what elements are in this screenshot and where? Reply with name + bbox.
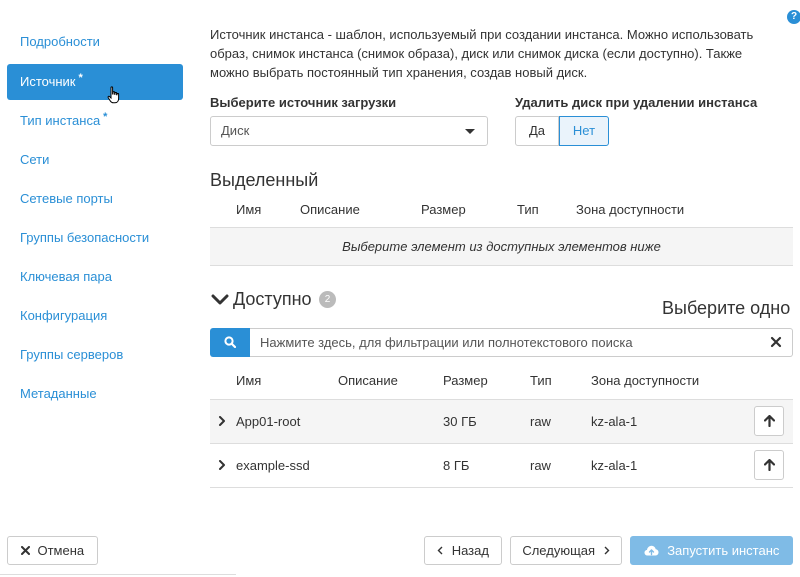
delete-volume-yes-button[interactable]: Да bbox=[515, 116, 559, 146]
close-icon bbox=[20, 546, 30, 556]
boot-source-value: Диск bbox=[221, 123, 250, 138]
boot-source-select[interactable]: Диск bbox=[210, 116, 488, 146]
source-description: Источник инстанса - шаблон, используемый… bbox=[210, 27, 754, 80]
sidebar-item-label: Ключевая пара bbox=[20, 269, 112, 284]
allocated-col-name: Имя bbox=[236, 202, 262, 217]
chevron-right-icon[interactable] bbox=[218, 416, 226, 426]
search-button[interactable] bbox=[210, 328, 250, 357]
row-type: raw bbox=[530, 414, 551, 429]
sidebar-item-metadata[interactable]: Метаданные bbox=[7, 376, 183, 412]
allocated-col-zone: Зона доступности bbox=[576, 202, 685, 217]
divider bbox=[0, 574, 236, 575]
cancel-label: Отмена bbox=[37, 543, 85, 558]
row-name: example-ssd bbox=[236, 458, 310, 473]
boot-source-label: Выберите источник загрузки bbox=[210, 95, 397, 110]
chevron-left-icon bbox=[437, 546, 443, 555]
row-size: 30 ГБ bbox=[443, 414, 477, 429]
back-label: Назад bbox=[451, 543, 489, 558]
sidebar-item-label: Группы безопасности bbox=[20, 230, 150, 245]
allocated-title: Выделенный bbox=[210, 170, 319, 190]
available-col-description[interactable]: Описание bbox=[338, 373, 398, 388]
launch-instance-button[interactable]: Запустить инстанс bbox=[630, 536, 793, 565]
sidebar-item-source[interactable]: Источник * bbox=[7, 64, 183, 100]
next-label: Следующая bbox=[522, 543, 596, 558]
row-name: App01-root bbox=[236, 414, 301, 429]
sidebar-item-label: Метаданные bbox=[20, 386, 97, 401]
clear-search-icon[interactable] bbox=[770, 336, 782, 348]
allocated-col-size: Размер bbox=[421, 202, 466, 217]
sidebar-item-label: Группы серверов bbox=[20, 347, 124, 362]
available-col-name[interactable]: Имя bbox=[236, 373, 261, 388]
sidebar-item-server-groups[interactable]: Группы серверов bbox=[7, 337, 183, 373]
sidebar-item-label: Сети bbox=[20, 152, 50, 167]
table-row: example-ssd 8 ГБ raw kz-ala-1 bbox=[210, 443, 793, 488]
delete-volume-no-button[interactable]: Нет bbox=[559, 116, 609, 146]
sidebar-item-networks[interactable]: Сети bbox=[7, 142, 183, 178]
sidebar-item-label: Сетевые порты bbox=[20, 191, 113, 206]
available-count-badge: 2 bbox=[319, 291, 336, 308]
next-button[interactable]: Следующая bbox=[510, 536, 622, 565]
chevron-right-icon bbox=[604, 546, 610, 555]
sidebar-item-configuration[interactable]: Конфигурация bbox=[7, 298, 183, 334]
hand-cursor-icon bbox=[107, 86, 120, 104]
chevron-down-icon[interactable] bbox=[211, 293, 229, 307]
search-icon bbox=[224, 336, 236, 348]
row-type: raw bbox=[530, 458, 551, 473]
available-title[interactable]: Доступно bbox=[233, 289, 312, 310]
sidebar-item-label: Конфигурация bbox=[20, 308, 108, 323]
delete-volume-label: Удалить диск при удалении инстанса bbox=[515, 95, 758, 110]
choose-one-text: Выберите одно bbox=[662, 298, 791, 318]
launch-label: Запустить инстанс bbox=[667, 543, 780, 558]
cloud-upload-icon bbox=[644, 545, 659, 556]
available-col-zone[interactable]: Зона доступности bbox=[591, 373, 699, 388]
caret-down-icon bbox=[465, 129, 475, 134]
allocated-empty-row: Выберите элемент из доступных элементов … bbox=[210, 227, 793, 266]
allocated-col-description: Описание bbox=[300, 202, 360, 217]
sidebar-item-flavor[interactable]: Тип инстанса * bbox=[7, 103, 183, 139]
arrow-up-icon bbox=[764, 459, 775, 471]
required-marker: * bbox=[78, 72, 83, 84]
row-zone: kz-ala-1 bbox=[591, 414, 638, 429]
allocate-button[interactable] bbox=[754, 406, 784, 436]
search-input[interactable] bbox=[250, 328, 793, 357]
sidebar-item-security-groups[interactable]: Группы безопасности bbox=[7, 220, 183, 256]
allocate-button[interactable] bbox=[754, 450, 784, 480]
back-button[interactable]: Назад bbox=[424, 536, 502, 565]
chevron-right-icon[interactable] bbox=[218, 460, 226, 470]
sidebar-item-label: Подробности bbox=[20, 34, 100, 49]
available-col-type[interactable]: Тип bbox=[530, 373, 552, 388]
sidebar-item-network-ports[interactable]: Сетевые порты bbox=[7, 181, 183, 217]
available-col-size[interactable]: Размер bbox=[443, 373, 488, 388]
sidebar-item-label: Источник bbox=[20, 74, 76, 89]
sidebar-item-details[interactable]: Подробности bbox=[7, 24, 183, 60]
help-icon[interactable]: ? bbox=[787, 10, 800, 24]
row-zone: kz-ala-1 bbox=[591, 458, 638, 473]
sidebar-item-label: Тип инстанса bbox=[20, 113, 101, 128]
required-marker: * bbox=[103, 111, 108, 123]
cancel-button[interactable]: Отмена bbox=[7, 536, 98, 565]
allocated-col-type: Тип bbox=[517, 202, 539, 217]
table-row: App01-root 30 ГБ raw kz-ala-1 bbox=[210, 399, 793, 443]
row-size: 8 ГБ bbox=[443, 458, 470, 473]
sidebar-item-key-pair[interactable]: Ключевая пара bbox=[7, 259, 183, 295]
arrow-up-icon bbox=[764, 415, 775, 427]
